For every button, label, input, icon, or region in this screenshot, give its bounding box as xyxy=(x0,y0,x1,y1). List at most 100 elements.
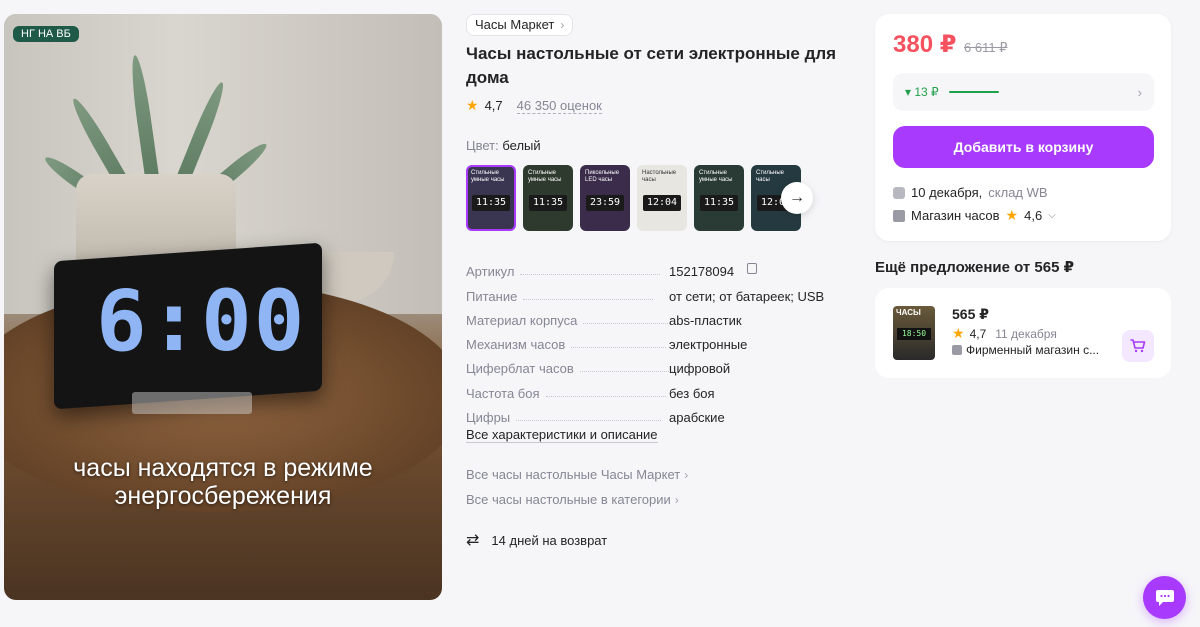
spec-dots xyxy=(516,420,662,422)
offer-rating-row: ★ 4,7 11 декабря xyxy=(952,325,1057,342)
link-text: Все часы настольные в категории xyxy=(466,492,671,507)
shop-link[interactable]: Магазин часов ★ 4,6 ⌵ xyxy=(893,207,1056,224)
reviews-link[interactable]: 46 350 оценок xyxy=(516,98,602,114)
thumbnail-time: 23:59 xyxy=(586,195,624,211)
chat-icon xyxy=(1155,589,1174,606)
thumbnail-label: Стильные умные часы xyxy=(699,170,733,183)
spec-key: Частота боя xyxy=(466,385,540,401)
product-page: 6:00 часы находятся в режиме энергосбере… xyxy=(0,0,1200,627)
other-offer-card[interactable]: ЧАСЫ 18:50 565 ₽ ★ 4,7 11 декабря Фирмен… xyxy=(875,288,1171,378)
spec-dots xyxy=(583,322,669,324)
other-offer-heading: Ещё предложение от 565 ₽ xyxy=(875,259,1075,276)
promo-badge: НГ НА ВБ xyxy=(13,26,79,42)
spec-key: Материал корпуса xyxy=(466,312,578,328)
product-rating: ★ 4,7 46 350 оценок xyxy=(466,97,602,114)
category-link[interactable]: Все часы настольные в категории › xyxy=(466,492,679,507)
spec-row: Артикул 152178094 xyxy=(466,255,846,279)
spec-dots xyxy=(571,347,667,349)
brand-category-link[interactable]: Все часы настольные Часы Маркет › xyxy=(466,467,688,482)
return-policy: ⇄ 14 дней на возврат xyxy=(466,530,607,550)
shop-rating: 4,6 xyxy=(1024,208,1043,223)
color-variant-thumbnail[interactable]: Настольные часы 12:04 xyxy=(637,165,687,231)
return-text: 14 дней на возврат xyxy=(491,532,608,548)
chevron-right-icon: › xyxy=(674,493,679,507)
color-variants: Стильные умные часы 11:35 Стильные умные ч… xyxy=(466,165,801,231)
star-icon: ★ xyxy=(1005,207,1019,223)
specs-table: Артикул 152178094 Питание от сети; от батар… xyxy=(466,255,846,425)
chevron-right-icon: › xyxy=(684,468,689,482)
thumbnail-label: Настольные часы xyxy=(642,170,677,183)
spec-row: Частота боя без боя xyxy=(466,376,846,401)
all-characteristics-link[interactable]: Все характеристики и описание xyxy=(466,427,658,443)
shop-icon xyxy=(893,209,905,222)
offer-rating: 4,7 xyxy=(969,326,987,341)
thumbnail-time: 11:35 xyxy=(472,195,510,211)
clock-stand xyxy=(132,392,252,414)
chat-button[interactable] xyxy=(1143,576,1186,619)
price-drop-value: ▾ 13 ₽ xyxy=(905,85,939,99)
brand-link[interactable]: Часы Маркет › xyxy=(466,14,574,36)
star-icon: ★ xyxy=(952,325,965,341)
spec-value: без боя xyxy=(669,385,715,401)
offer-thumbnail: ЧАСЫ 18:50 xyxy=(893,306,935,360)
offer-delivery-date: 11 декабря xyxy=(995,326,1057,341)
color-variant-thumbnail[interactable]: Стильные умные часы 11:35 xyxy=(694,165,744,231)
chevron-down-icon: ⌵ xyxy=(1048,210,1056,221)
product-title: Часы настольные от сети электронные для … xyxy=(466,44,837,87)
color-variant-thumbnail[interactable]: Пиксельные LED часы 23:59 xyxy=(580,165,630,231)
spec-value: цифровой xyxy=(669,361,731,377)
thumbnail-time: 11:35 xyxy=(700,195,738,211)
delivery-date: 10 декабря, xyxy=(911,185,983,200)
next-arrow-button[interactable]: → xyxy=(781,182,813,214)
rating-value: 4,7 xyxy=(484,98,503,113)
spec-value: abs-пластик xyxy=(669,312,742,328)
offer-shop-name: Фирменный магазин с... xyxy=(966,343,1100,357)
spec-row: Материал корпуса abs-пластик xyxy=(466,304,846,328)
price-history-button[interactable]: ▾ 13 ₽ › xyxy=(893,73,1154,111)
spec-value: от сети; от батареек; USB xyxy=(669,288,825,304)
spec-key: Цифры xyxy=(466,410,511,426)
spec-key: Механизм часов xyxy=(466,337,566,353)
spec-value: арабские xyxy=(669,410,725,426)
thumbnail-label: Стильные умные часы xyxy=(471,170,505,183)
add-to-cart-button[interactable]: Добавить в корзину xyxy=(893,126,1154,168)
delivery-info: 10 декабря, склад WB xyxy=(893,185,1048,200)
photo-caption: часы находятся в режиме энергосбережения xyxy=(4,454,442,510)
color-variant-thumbnail[interactable]: Стильные умные часы 11:35 xyxy=(523,165,573,231)
spec-value: электронные xyxy=(669,337,748,353)
caption-line: энергосбережения xyxy=(114,482,332,510)
current-price: 380 ₽ xyxy=(893,31,957,58)
offer-shop: Фирменный магазин с... xyxy=(952,343,1112,357)
color-value: белый xyxy=(502,138,541,153)
shop-name: Магазин часов xyxy=(911,208,1000,223)
spec-dots xyxy=(523,298,654,300)
shop-icon xyxy=(952,345,962,355)
offer-thumb-label: ЧАСЫ xyxy=(896,308,921,317)
color-variant-thumbnail[interactable]: Стильные умные часы 11:35 xyxy=(466,165,516,231)
brand-name: Часы Маркет xyxy=(475,17,555,32)
cart-icon xyxy=(1130,339,1146,353)
spec-dots xyxy=(579,371,675,373)
spec-key: Артикул xyxy=(466,264,515,280)
color-label: Цвет: белый xyxy=(466,138,541,153)
thumbnail-time: 11:35 xyxy=(529,195,567,211)
copy-icon[interactable] xyxy=(747,263,757,275)
chevron-right-icon: › xyxy=(560,18,565,32)
box-icon xyxy=(893,186,905,199)
old-price: 6 611 ₽ xyxy=(964,40,1008,55)
spec-row: Цифры арабские xyxy=(466,401,846,425)
spec-row: Циферблат часов цифровой xyxy=(466,352,846,376)
spec-dots xyxy=(545,395,666,397)
color-label-text: Цвет: xyxy=(466,138,499,153)
offer-add-to-cart-button[interactable] xyxy=(1122,330,1154,362)
star-icon: ★ xyxy=(466,97,479,113)
spec-row: Питание от сети; от батареек; USB xyxy=(466,279,846,304)
thumbnail-label: Пиксельные LED часы xyxy=(585,170,620,183)
thumbnail-time: 12:04 xyxy=(643,195,681,211)
spec-dots xyxy=(520,274,661,276)
spec-key: Циферблат часов xyxy=(466,361,574,377)
main-product-photo[interactable]: 6:00 часы находятся в режиме энергосбере… xyxy=(4,14,442,600)
spec-key: Питание xyxy=(466,288,518,304)
spec-value[interactable]: 152178094 xyxy=(669,264,734,279)
caption-line: часы находятся в режиме xyxy=(73,454,373,482)
